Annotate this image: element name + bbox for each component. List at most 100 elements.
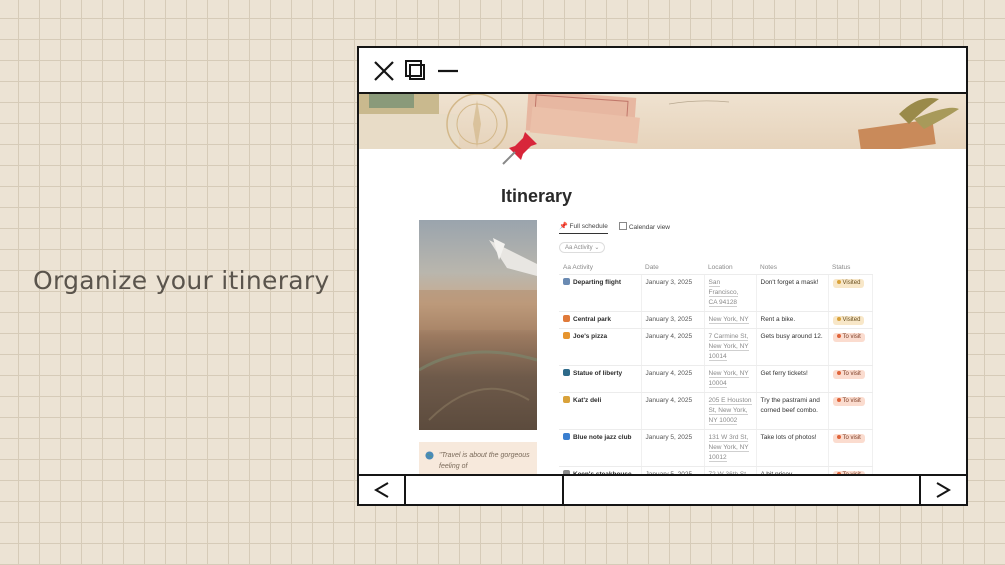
tab-calendar-view[interactable]: Calendar view <box>619 222 670 231</box>
status-badge: To visit <box>832 333 865 342</box>
status-dot <box>836 280 841 284</box>
location-cell[interactable]: 72 W 36th St.,New York, NY10018 <box>704 466 757 474</box>
location-cell[interactable]: 131 W 3rd St, New York, NY 10012 <box>704 429 757 467</box>
status-label: Visited <box>842 317 861 323</box>
calendar-icon <box>619 222 627 230</box>
bottom-bar <box>359 474 966 504</box>
activity-name: Departing flight <box>573 279 622 286</box>
notes-cell[interactable]: Get ferry tickets! <box>756 365 829 393</box>
table-row[interactable]: Kat'z deli January 4, 2025 205 E Houston St… <box>559 392 873 430</box>
column-header[interactable]: Aa Activity <box>559 260 641 275</box>
date-cell[interactable]: January 4, 2025 <box>641 365 705 393</box>
activity-name: Statue of liberty <box>573 370 623 377</box>
activity-name: Joe's pizza <box>573 333 608 340</box>
table-row[interactable]: Statue of liberty January 4, 2025 New York… <box>559 365 873 393</box>
notes-cell[interactable]: A bit pricey. <box>756 466 829 474</box>
status-badge: Visited <box>832 279 865 288</box>
date-cell[interactable]: January 5, 2025 <box>641 466 705 474</box>
tab-full-schedule[interactable]: 📌 Full schedule <box>559 222 608 234</box>
status-dot <box>836 371 841 375</box>
location-line: 131 W 3rd St, <box>708 434 749 442</box>
quote-callout: "Travel is about the gorgeous feeling of <box>419 442 537 474</box>
table-row[interactable]: Joe's pizza January 4, 2025 7 Carmine St, N… <box>559 328 873 366</box>
date-cell[interactable]: January 3, 2025 <box>641 311 705 329</box>
status-label: To visit <box>842 371 861 377</box>
activity-cell[interactable]: Departing flight <box>559 274 642 312</box>
table-row[interactable]: Blue note jazz club January 5, 2025 131 W … <box>559 429 873 467</box>
activity-icon <box>563 396 570 403</box>
page-title: Itinerary <box>501 186 573 206</box>
date-cell[interactable]: January 4, 2025 <box>641 392 705 430</box>
date-cell[interactable]: January 4, 2025 <box>641 328 705 366</box>
status-dot <box>836 334 841 338</box>
status-cell[interactable]: To visit <box>828 466 873 474</box>
status-cell[interactable]: To visit <box>828 392 873 430</box>
location-line: New York, NY <box>708 444 749 452</box>
notes-cell[interactable]: Take lots of photos! <box>756 429 829 467</box>
forward-button[interactable] <box>921 476 966 504</box>
status-cell[interactable]: To visit <box>828 429 873 467</box>
status-badge: Visited <box>832 316 865 325</box>
status-cell[interactable]: Visited <box>828 311 873 329</box>
column-header[interactable]: Status <box>828 260 872 275</box>
notes-cell[interactable]: Gets busy around 12. <box>756 328 829 366</box>
pushpin-icon <box>502 132 537 165</box>
restore-icon[interactable] <box>403 58 429 84</box>
activity-name: Central park <box>573 316 611 323</box>
location-cell[interactable]: 205 E Houston St, New York, NY 10002 <box>704 392 757 430</box>
notes-cell[interactable]: Try the pastrami and corned beef combo. <box>756 392 829 430</box>
activity-cell[interactable]: Keen's steakhouse <box>559 466 642 474</box>
headline: Organize your itinerary <box>33 266 330 295</box>
notes-cell[interactable]: Don't forget a mask! <box>756 274 829 312</box>
minimize-icon[interactable] <box>435 58 461 84</box>
location-line: New York, NY <box>708 316 749 324</box>
location-line: 10012 <box>708 454 727 462</box>
status-label: To visit <box>842 334 861 340</box>
table-header-row: Aa Activity Date Location Notes Status <box>559 260 872 275</box>
location-cell[interactable]: 7 Carmine St, New York, NY 10014 <box>704 328 757 366</box>
location-line: NY 10002 <box>708 417 738 425</box>
status-cell[interactable]: To visit <box>828 365 873 393</box>
column-header[interactable]: Date <box>641 260 704 275</box>
activity-icon <box>563 278 570 285</box>
column-header[interactable]: Location <box>704 260 756 275</box>
location-cell[interactable]: New York, NY <box>704 311 757 329</box>
location-line: New York, NY <box>708 343 749 351</box>
date-cell[interactable]: January 5, 2025 <box>641 429 705 467</box>
activity-cell[interactable]: Blue note jazz club <box>559 429 642 467</box>
page-content: Itinerary "Travel is about the gorgeous … <box>359 94 966 474</box>
activity-cell[interactable]: Statue of liberty <box>559 365 642 393</box>
activity-cell[interactable]: Kat'z deli <box>559 392 642 430</box>
activity-icon <box>563 369 570 376</box>
back-button[interactable] <box>359 476 406 504</box>
date-cell[interactable]: January 3, 2025 <box>641 274 705 312</box>
status-label: Visited <box>842 280 861 286</box>
status-cell[interactable]: To visit <box>828 328 873 366</box>
column-header[interactable]: Notes <box>756 260 828 275</box>
activity-filter[interactable]: Aa Activity ⌄ <box>559 242 606 253</box>
chevron-right-icon <box>936 482 951 498</box>
activity-name: Blue note jazz club <box>573 434 632 441</box>
close-icon[interactable] <box>371 58 397 84</box>
status-dot <box>836 435 841 439</box>
status-badge: To visit <box>832 370 865 379</box>
globe-icon <box>425 451 434 460</box>
location-cell[interactable]: New York, NY 10004 <box>704 365 757 393</box>
status-badge: To visit <box>832 434 865 443</box>
table-row[interactable]: Central park January 3, 2025 New York, NY R… <box>559 311 873 329</box>
filter-label: Aa Activity <box>565 245 593 251</box>
activity-icon <box>563 315 570 322</box>
table-row[interactable]: Keen's steakhouseJanuary 5, 202572 W 36t… <box>559 466 873 474</box>
location-cell[interactable]: San Francisco, CA 94128 <box>704 274 757 312</box>
table-row[interactable]: Departing flight January 3, 2025 San Franc… <box>559 274 873 312</box>
notes-cell[interactable]: Rent a bike. <box>756 311 829 329</box>
location-line: CA 94128 <box>708 299 738 307</box>
status-label: To visit <box>842 398 861 404</box>
location-line: San Francisco, <box>708 279 739 297</box>
activity-cell[interactable]: Joe's pizza <box>559 328 642 366</box>
itinerary-table: Aa Activity Date Location Notes Status D… <box>559 260 873 474</box>
activity-cell[interactable]: Central park <box>559 311 642 329</box>
chevron-left-icon <box>374 482 389 498</box>
status-cell[interactable]: Visited <box>828 274 873 312</box>
location-line: St, New York, <box>708 407 748 415</box>
